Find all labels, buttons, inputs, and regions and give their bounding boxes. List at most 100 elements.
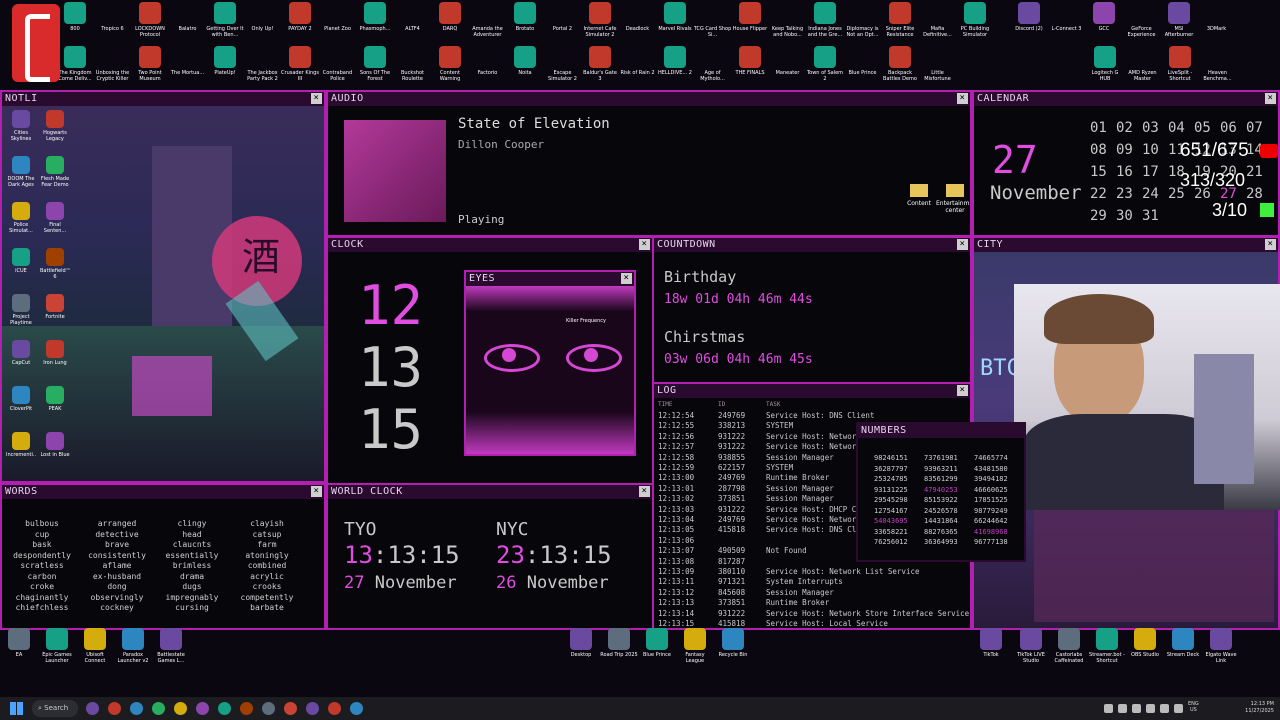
calendar-date[interactable]: 04 — [1168, 120, 1185, 136]
tray-icon[interactable] — [1118, 704, 1127, 713]
desktop-icon[interactable]: Content Warning — [431, 46, 469, 82]
desktop-icon[interactable]: The Mortua... — [169, 46, 207, 76]
tray-icon[interactable] — [1132, 704, 1141, 713]
desktop-icon[interactable]: Only Up! — [244, 2, 282, 32]
desktop-icon[interactable]: iCUE — [6, 248, 36, 274]
desktop-icon[interactable]: Project Playtime — [6, 294, 36, 326]
folder-entertainment[interactable]: Entertainm... center — [936, 184, 970, 214]
desktop-icon[interactable]: Age of Mytholo... — [694, 46, 732, 82]
taskbar-app-icon[interactable] — [284, 702, 297, 715]
calendar-date[interactable]: 09 — [1116, 142, 1133, 158]
desktop-icon[interactable]: Backpack Battles Demo — [881, 46, 919, 82]
desktop-icon[interactable]: Unboxing the Cryptic Killer — [94, 46, 132, 82]
taskbar-app-icon[interactable] — [86, 702, 99, 715]
calendar-date[interactable]: 03 — [1142, 120, 1159, 136]
calendar-date[interactable]: 07 — [1246, 120, 1263, 136]
calendar-date[interactable]: 17 — [1142, 164, 1159, 180]
system-clock[interactable]: 12:13 PM 11/27/2025 — [1234, 701, 1274, 715]
desktop-icon[interactable]: MSI Afterburner — [1160, 2, 1198, 38]
desktop-icon[interactable]: Ubisoft Connect — [76, 628, 114, 664]
desktop-icon[interactable]: Phasmoph... — [356, 2, 394, 32]
calendar-date[interactable]: 29 — [1090, 208, 1107, 224]
desktop-icon[interactable]: Portal 2 — [544, 2, 582, 32]
desktop-icon[interactable]: GeForce Experience — [1123, 2, 1161, 38]
desktop-icon[interactable]: Flesh Made Fear Demo — [40, 156, 70, 188]
calendar-date[interactable]: 30 — [1116, 208, 1133, 224]
calendar-date[interactable]: 05 — [1194, 120, 1211, 136]
desktop-icon[interactable]: Streamer.bot - Shortcut — [1088, 628, 1126, 664]
desktop-icon[interactable]: Noita — [506, 46, 544, 76]
tray-icon[interactable] — [1174, 704, 1183, 713]
calendar-date[interactable]: 28 — [1246, 186, 1263, 202]
desktop-icon[interactable]: Elgato Wave Link — [1202, 628, 1240, 664]
desktop-icon[interactable]: Final Senten... — [40, 202, 70, 234]
desktop-icon[interactable]: Brotato — [506, 2, 544, 32]
tray-icon[interactable] — [1146, 704, 1155, 713]
desktop-icon[interactable]: Balatro — [169, 2, 207, 32]
taskbar-app-icon[interactable] — [350, 702, 363, 715]
desktop-icon[interactable]: Buckshot Roulette — [394, 46, 432, 82]
desktop-icon[interactable]: HELLDIVE... 2 — [656, 46, 694, 76]
desktop-icon[interactable]: Desktop — [562, 628, 600, 658]
desktop-icon[interactable]: PlateUp! — [206, 46, 244, 76]
calendar-date[interactable]: 06 — [1220, 120, 1237, 136]
desktop-icon[interactable]: Epic Games Launcher — [38, 628, 76, 664]
calendar-date[interactable]: 02 — [1116, 120, 1133, 136]
desktop-icon[interactable]: Fantasy League — [676, 628, 714, 664]
start-button[interactable] — [10, 702, 23, 715]
folder-content[interactable]: Content — [900, 184, 938, 207]
taskbar-app-icon[interactable] — [130, 702, 143, 715]
desktop-icon[interactable]: EA — [0, 628, 38, 658]
desktop-icon[interactable]: House Flipper — [731, 2, 769, 32]
desktop-icon[interactable]: Town of Salem 2 — [806, 46, 844, 82]
close-icon[interactable]: × — [1265, 239, 1276, 250]
desktop-icon[interactable]: Recycle Bin — [714, 628, 752, 658]
desktop-icon[interactable]: LOCKDOWN Protocol — [131, 2, 169, 38]
calendar-date[interactable]: 10 — [1142, 142, 1159, 158]
desktop-icon[interactable]: Marvel Rivals — [656, 2, 694, 32]
desktop-icon[interactable]: Battlestate Games L... — [152, 628, 190, 664]
desktop-icon[interactable]: Battlefield™ 6 — [40, 248, 70, 280]
desktop-icon[interactable]: Indiana Jones and the Gre... — [806, 2, 844, 38]
taskbar-app-icon[interactable] — [240, 702, 253, 715]
desktop-icon[interactable]: Keep Talking and Nobo... — [769, 2, 807, 38]
desktop-icon[interactable]: OBS Studio — [1126, 628, 1164, 658]
calendar-date[interactable]: 08 — [1090, 142, 1107, 158]
close-icon[interactable]: × — [311, 93, 322, 104]
calendar-date[interactable]: 23 — [1116, 186, 1133, 202]
taskbar-search[interactable]: ⌕ Search — [32, 700, 78, 717]
desktop-icon[interactable]: PAYDAY 2 — [281, 2, 319, 32]
desktop-icon[interactable]: Amanda the Adventurer — [469, 2, 507, 38]
calendar-date[interactable]: 21 — [1246, 164, 1263, 180]
desktop-icon[interactable]: Police Simulat... — [6, 202, 36, 234]
desktop-icon[interactable]: L-Connect 3 — [1048, 2, 1086, 32]
desktop-icon[interactable]: Cities Skylines — [6, 110, 36, 142]
language-indicator[interactable]: ENG US — [1188, 701, 1199, 713]
desktop-icon[interactable]: CloverPit — [6, 386, 36, 412]
taskbar-app-icon[interactable] — [262, 702, 275, 715]
close-icon[interactable]: × — [639, 239, 650, 250]
close-icon[interactable]: × — [311, 486, 322, 497]
desktop-icon[interactable]: CapCut — [6, 340, 36, 366]
desktop-icon[interactable]: TikTok LIVE Studio — [1012, 628, 1050, 664]
desktop-icon[interactable]: GCC — [1085, 2, 1123, 32]
desktop-icon[interactable]: Paradox Launcher v2 — [114, 628, 152, 664]
desktop-icon[interactable]: Internet Cafe Simulator 2 — [581, 2, 619, 38]
close-icon[interactable]: × — [957, 385, 968, 396]
desktop-icon[interactable]: PC Building Simulator — [956, 2, 994, 38]
desktop-icon[interactable]: LiveSplit - Shortcut — [1161, 46, 1199, 82]
desktop-icon[interactable]: DARQ — [431, 2, 469, 32]
desktop-icon[interactable]: Planet Zoo — [319, 2, 357, 32]
close-icon[interactable]: × — [621, 273, 632, 284]
desktop-icon[interactable]: Little Misfortune — [919, 46, 957, 82]
desktop-icon[interactable]: Two Point Museum — [131, 46, 169, 82]
desktop-icon[interactable]: Baldur's Gate 3 — [581, 46, 619, 82]
desktop-icon[interactable]: The Kingdom Come Deliv... — [56, 46, 94, 82]
desktop-icon[interactable]: Castorlabs Caffeinated — [1050, 628, 1088, 664]
desktop-icon[interactable]: The Jackbox Party Pack 2 — [244, 46, 282, 82]
desktop-icon[interactable]: Diplomacy is Not an Opt... — [844, 2, 882, 38]
taskbar-app-icon[interactable] — [152, 702, 165, 715]
desktop-icon[interactable]: THE FINALS — [731, 46, 769, 76]
calendar-date[interactable]: 24 — [1142, 186, 1159, 202]
desktop-icon[interactable]: Contraband Police — [319, 46, 357, 82]
